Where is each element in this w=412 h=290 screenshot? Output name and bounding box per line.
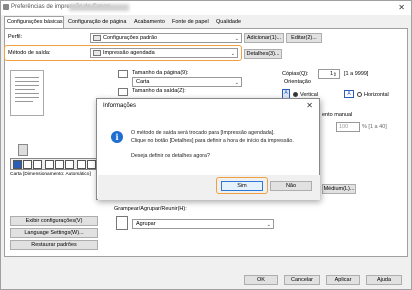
yes-button[interactable]: Sim [221,181,263,191]
copies-range: [1 a 9999] [344,71,369,77]
landscape-radio[interactable] [357,92,362,97]
profile-icon [93,35,101,41]
tab-paper-source[interactable]: Fonte de papel [170,17,214,28]
dialog-message-line2: Clique no botão [Detalhes] para definir … [131,138,294,144]
close-icon[interactable]: ✕ [306,101,313,110]
chevron-down-icon: ⌄ [234,36,239,42]
punch-icon [55,160,64,169]
output-method-select[interactable]: Impressão agendada ⌄ [90,48,238,58]
add-profile-button[interactable]: Adicionar(1)... [244,33,284,43]
ok-button[interactable]: OK [244,275,278,285]
quality-icon [87,160,96,169]
no-button[interactable]: Não [270,181,312,191]
scaling-range: % [1 a 40] [362,124,387,130]
print-stack-icon [18,144,28,156]
output-method-value: Impressão agendada [103,50,155,56]
preview-caption: Carta [Dimensionamento: Automático] [10,172,91,177]
copies-input[interactable]: 1 ⇕ [318,69,340,79]
staple-group-value: Agrupar [136,221,156,227]
help-button[interactable]: Ajuda [366,275,402,285]
staple-icon [45,160,54,169]
page-layout-icon [13,160,22,169]
watermark-icon [77,160,86,169]
staple-group-select[interactable]: Agrupar ⌄ [132,219,274,229]
restore-defaults-button[interactable]: Restaurar padrões [10,240,98,250]
tab-strip: Configurações básicas Configuração de pá… [4,16,264,28]
staple-group-label: Grampear/Agrupar/Reunir(H): [114,206,187,212]
spinner-icon[interactable]: ⇕ [333,71,337,78]
collate-icon [116,216,128,230]
scheduled-print-icon [93,50,101,56]
output-size-icon [118,88,128,96]
profile-select[interactable]: Configurações padrão ⌄ [90,33,242,43]
close-icon[interactable]: ✕ [398,3,405,12]
title-bar: Preferências de impressão de Canon ✕ [1,1,411,15]
color-icon [65,160,74,169]
page-size-value: Carta [136,79,150,85]
output-size-label: Tamanho da saída(Z): [132,88,186,94]
copies-label: Cópias(Q): [282,71,309,77]
orientation-label: Orientação [284,79,311,85]
dialog-message-line1: O método de saída será trocado para [Imp… [131,130,275,136]
landscape-icon: A [344,90,354,98]
dialog-footer: Sim Não [98,175,320,200]
details-button[interactable]: Detalhes(3)... [244,49,282,59]
manual-scaling-label: ento manual [322,112,353,118]
chevron-down-icon: ⌄ [234,80,239,86]
profile-value: Configurações padrão [103,35,158,41]
dialog-title: Informações [103,103,137,109]
page-preview [10,70,44,116]
page-size-icon [118,70,128,78]
output-method-label: Método de saída: [8,50,51,56]
settings-icon-strip [10,158,98,170]
language-settings-button[interactable]: Language Settings(W)... [10,228,98,238]
edit-profile-button[interactable]: Editar(2)... [286,33,322,43]
portrait-radio[interactable] [293,92,298,97]
chevron-down-icon: ⌄ [266,222,271,228]
info-dialog: Informações ✕ i O método de saída será t… [96,98,320,200]
tab-finishing[interactable]: Acabamento [132,17,172,28]
printer-icon [3,4,9,10]
booklet-icon [23,160,32,169]
tab-basic-settings[interactable]: Configurações básicas [4,16,64,28]
cancel-button[interactable]: Cancelar [284,275,320,285]
scaling-input[interactable]: 100 [336,122,360,132]
media-button[interactable]: Médium(L)... [322,184,356,194]
landscape-label: Horizontal [364,92,389,98]
chevron-down-icon: ⌄ [230,51,235,57]
dialog-question: Deseja definir os detalhes agora? [131,153,210,159]
duplex-icon [33,160,42,169]
scaling-value: 100 [339,124,349,130]
info-icon: i [111,131,123,143]
tab-page-setup[interactable]: Configuração de página [66,17,132,28]
apply-button[interactable]: Aplicar [326,275,360,285]
profile-label: Perfil: [8,34,23,40]
page-size-label: Tamanho da página(9): [132,70,189,76]
blurred-printer-name [69,4,129,11]
view-settings-button[interactable]: Exibir configurações(V) [10,216,98,226]
page-size-select[interactable]: Carta ⌄ [132,77,242,87]
tab-quality[interactable]: Qualidade [214,17,248,28]
